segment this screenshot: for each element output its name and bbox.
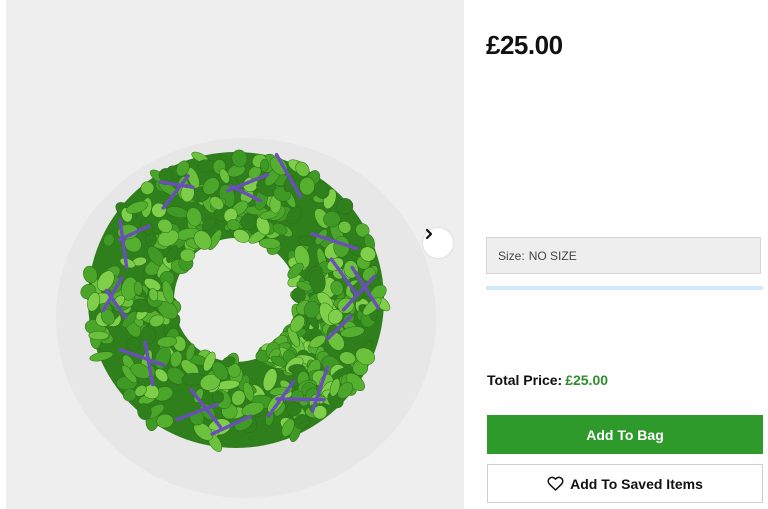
add-to-bag-button[interactable]: Add To Bag	[487, 415, 763, 454]
heart-icon	[547, 476, 564, 491]
wreath-leaf	[260, 158, 269, 173]
total-price: Total Price: £25.00	[487, 372, 608, 388]
size-value: NO SIZE	[528, 248, 577, 263]
add-to-bag-label: Add To Bag	[586, 426, 664, 443]
size-selector[interactable]: Size: NO SIZE	[486, 237, 761, 274]
add-to-saved-items-button[interactable]: Add To Saved Items	[487, 464, 763, 503]
total-price-value: £25.00	[565, 372, 609, 388]
chevron-right-icon	[425, 228, 433, 240]
wreath-leaf	[88, 330, 109, 341]
product-price: £25.00	[486, 30, 563, 60]
wreath-leaf	[179, 248, 196, 262]
size-divider-bar	[486, 286, 763, 290]
product-image-gallery	[6, 0, 464, 509]
lavender-sprig	[275, 397, 326, 402]
add-to-saved-label: Add To Saved Items	[570, 475, 703, 492]
size-label: Size:	[498, 248, 525, 263]
total-price-label: Total Price:	[487, 372, 563, 388]
next-image-button[interactable]	[423, 228, 453, 258]
wreath-leaf	[299, 176, 315, 196]
wreath-product-image	[56, 138, 436, 498]
